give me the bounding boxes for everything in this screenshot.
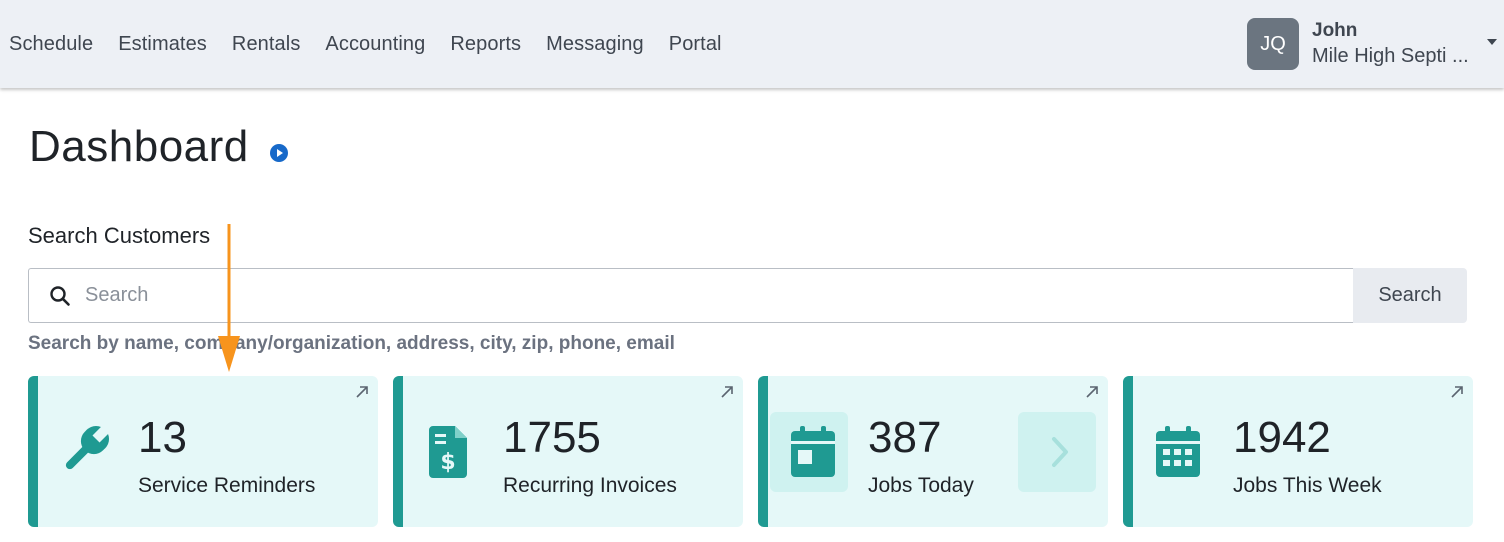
nav-item-portal[interactable]: Portal	[669, 33, 722, 56]
annotation-arrow-icon	[218, 224, 240, 372]
calendar-day-icon	[791, 426, 835, 477]
main-nav: Schedule Estimates Rentals Accounting Re…	[9, 0, 747, 88]
svg-text:$: $	[440, 450, 455, 475]
card-value: 387	[868, 413, 942, 462]
user-menu-caret-icon[interactable]	[1487, 39, 1497, 45]
card-jobs-this-week[interactable]: 1942 Jobs This Week	[1123, 376, 1473, 527]
card-value: 13	[138, 413, 187, 462]
user-name: John	[1312, 20, 1358, 41]
external-link-icon[interactable]	[354, 384, 370, 400]
card-value: 1942	[1233, 413, 1331, 462]
card-label: Recurring Invoices	[503, 474, 677, 497]
calendar-week-icon	[1156, 426, 1200, 477]
card-accent	[393, 376, 403, 527]
user-info[interactable]: John Mile High Septi ...	[1312, 19, 1469, 69]
search-help-text: Search by name, company/organization, ad…	[28, 333, 675, 354]
external-link-icon[interactable]	[1084, 384, 1100, 400]
nav-item-accounting[interactable]: Accounting	[325, 33, 425, 56]
nav-item-schedule[interactable]: Schedule	[9, 33, 93, 56]
nav-item-reports[interactable]: Reports	[450, 33, 521, 56]
external-link-icon[interactable]	[719, 384, 735, 400]
search-button[interactable]: Search	[1353, 268, 1467, 323]
carousel-next-button[interactable]	[1018, 412, 1096, 492]
card-label: Jobs Today	[868, 474, 974, 497]
card-accent	[28, 376, 38, 527]
card-value: 1755	[503, 413, 601, 462]
card-accent	[758, 376, 768, 527]
nav-item-rentals[interactable]: Rentals	[232, 33, 301, 56]
card-service-reminders[interactable]: 13 Service Reminders	[28, 376, 378, 527]
user-company: Mile High Septi ...	[1312, 45, 1469, 67]
search-icon	[50, 286, 70, 306]
card-recurring-invoices[interactable]: $ 1755 Recurring Invoices	[393, 376, 743, 527]
card-label: Service Reminders	[138, 474, 316, 497]
card-label: Jobs This Week	[1233, 474, 1382, 497]
top-nav-bar: Schedule Estimates Rentals Accounting Re…	[0, 0, 1504, 88]
page-title: Dashboard	[29, 122, 249, 171]
external-link-icon[interactable]	[1449, 384, 1465, 400]
nav-item-messaging[interactable]: Messaging	[546, 33, 644, 56]
avatar[interactable]: JQ	[1247, 18, 1299, 70]
search-input[interactable]	[85, 270, 1335, 321]
card-jobs-today[interactable]: 387 Jobs Today	[758, 376, 1108, 527]
invoice-dollar-icon: $	[429, 426, 467, 478]
user-menu[interactable]: JQ John Mile High Septi ...	[1247, 18, 1469, 70]
wrench-icon	[65, 425, 110, 470]
chevron-right-icon	[1052, 437, 1068, 467]
search-label: Search Customers	[28, 223, 211, 248]
play-video-icon[interactable]	[270, 144, 288, 162]
nav-item-estimates[interactable]: Estimates	[118, 33, 207, 56]
card-accent	[1123, 376, 1133, 527]
